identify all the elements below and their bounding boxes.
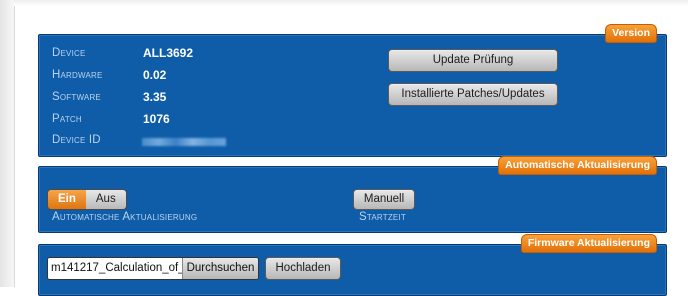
hardware-label: Hardware bbox=[52, 69, 103, 81]
device-id-value-redacted bbox=[142, 138, 226, 146]
installed-patches-button[interactable]: Installierte Patches/Updates bbox=[388, 83, 558, 106]
device-id-label: Device ID bbox=[52, 134, 101, 146]
version-panel: Version Device ALL3692 Hardware 0.02 Sof… bbox=[38, 24, 667, 157]
left-scroll-edge bbox=[0, 0, 15, 287]
firmware-panel-title: Firmware Aktualisierung bbox=[520, 234, 657, 253]
toggle-on-option[interactable]: Ein bbox=[48, 190, 86, 209]
software-value: 3.35 bbox=[143, 90, 167, 104]
toggle-off-option[interactable]: Aus bbox=[85, 190, 126, 209]
firmware-panel: Firmware Aktualisierung m141217_Calculat… bbox=[38, 234, 667, 296]
update-check-button[interactable]: Update Prüfung bbox=[388, 49, 558, 72]
manual-button[interactable]: Manuell bbox=[353, 189, 415, 210]
start-time-label: Startzeit bbox=[359, 211, 406, 223]
patch-value: 1076 bbox=[143, 112, 170, 126]
auto-update-toggle-label: Automatische Aktualisierung bbox=[52, 211, 198, 223]
file-name-field[interactable]: m141217_Calculation_of_V bbox=[48, 258, 183, 279]
version-panel-title: Version bbox=[605, 24, 657, 43]
auto-update-panel: Automatische Aktualisierung Ein Aus Auto… bbox=[38, 156, 667, 233]
device-value: ALL3692 bbox=[143, 46, 194, 60]
software-label: Software bbox=[52, 91, 101, 103]
device-label: Device bbox=[52, 47, 86, 59]
top-edge bbox=[14, 0, 688, 6]
patch-label: Patch bbox=[52, 113, 82, 125]
auto-update-toggle[interactable]: Ein Aus bbox=[47, 189, 127, 210]
hardware-value: 0.02 bbox=[143, 68, 167, 82]
upload-button[interactable]: Hochladen bbox=[265, 257, 341, 280]
browse-button[interactable]: Durchsuchen bbox=[183, 258, 258, 279]
auto-update-panel-title: Automatische Aktualisierung bbox=[498, 156, 657, 175]
firmware-file-input[interactable]: m141217_Calculation_of_V Durchsuchen bbox=[47, 257, 259, 280]
